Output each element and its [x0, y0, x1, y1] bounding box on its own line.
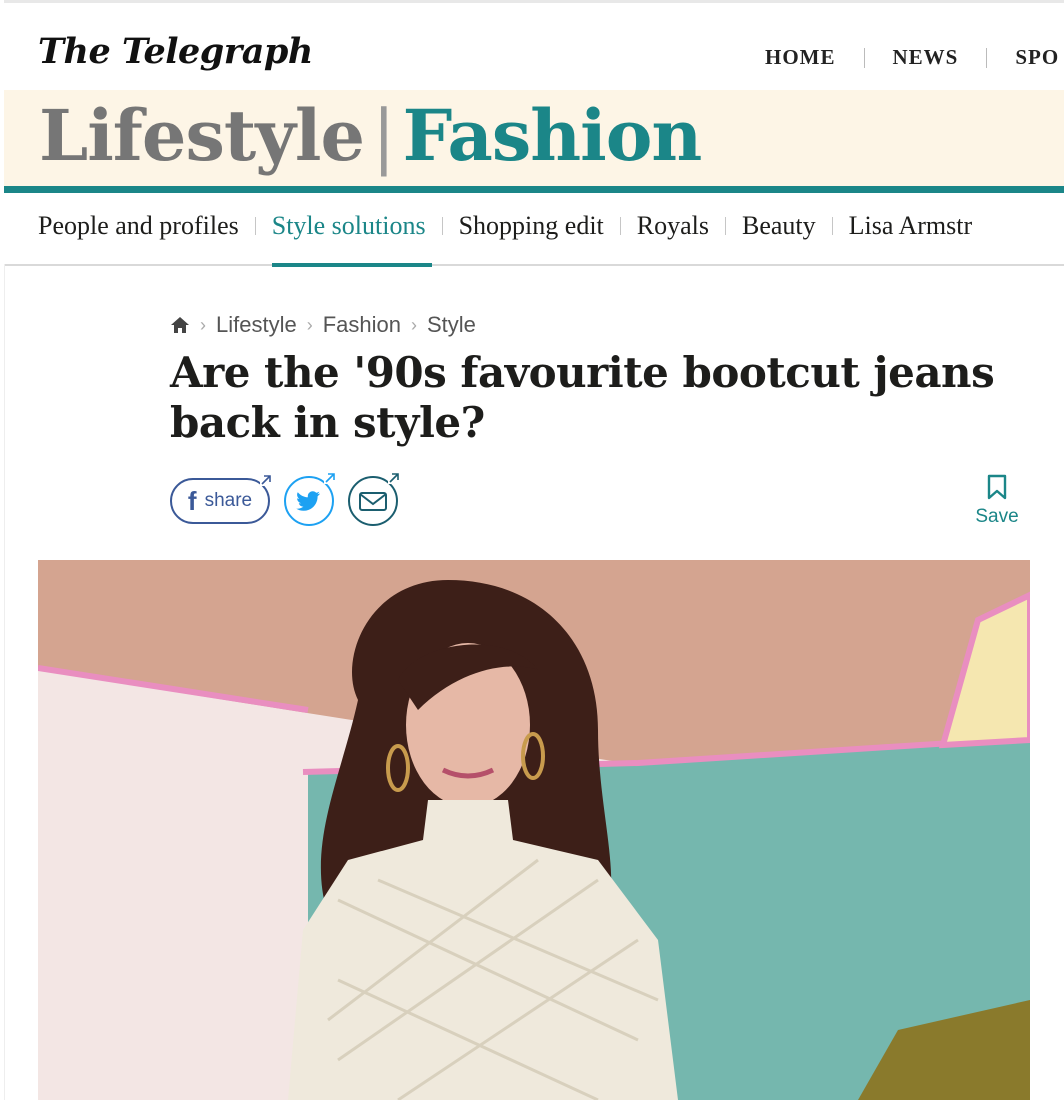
breadcrumb: › Lifestyle › Fashion › Style [170, 312, 476, 338]
external-arrow-icon [324, 472, 336, 484]
chevron-right-icon: › [200, 314, 206, 335]
hero-image [38, 560, 1030, 1100]
masthead: The Telegraph HOME NEWS SPO [0, 3, 1064, 90]
email-icon [359, 492, 387, 511]
telegraph-logo[interactable]: The Telegraph [38, 31, 313, 72]
external-arrow-icon [388, 472, 400, 484]
page-edge [4, 264, 5, 1100]
facebook-icon: f [187, 485, 197, 516]
top-nav: HOME NEWS SPO [765, 45, 1059, 70]
section-subnav: People and profiles Style solutions Shop… [4, 193, 1064, 267]
nav-news-link[interactable]: NEWS [893, 45, 959, 70]
section-title: Lifestyle | Fashion [39, 94, 703, 178]
external-arrow-icon [260, 474, 272, 486]
nav-divider [986, 47, 988, 68]
breadcrumb-item-style[interactable]: Style [427, 312, 476, 338]
subnav-divider [831, 217, 833, 235]
email-share-button[interactable] [348, 472, 400, 526]
section-header: Lifestyle | Fashion [4, 90, 1064, 186]
subnav-item-lisa-armstrong[interactable]: Lisa Armstr [849, 211, 973, 241]
subnav-item-people-and-profiles[interactable]: People and profiles [38, 211, 239, 241]
article-headline: Are the '90s favourite bootcut jeans bac… [170, 348, 995, 447]
bookmark-icon [987, 474, 1007, 500]
breadcrumb-item-lifestyle[interactable]: Lifestyle [216, 312, 297, 338]
nav-sport-link[interactable]: SPO [1015, 45, 1059, 70]
hero-photo [38, 560, 1030, 1100]
nav-home-link[interactable]: HOME [765, 45, 836, 70]
twitter-icon [296, 491, 320, 511]
subnav-item-royals[interactable]: Royals [637, 211, 709, 241]
chevron-right-icon: › [306, 314, 313, 335]
facebook-share-button[interactable]: f share [170, 474, 272, 524]
section-parent-link[interactable]: Lifestyle [39, 94, 365, 177]
section-rule [4, 186, 1064, 193]
breadcrumb-item-fashion[interactable]: Fashion [323, 312, 401, 338]
subnav-divider [441, 217, 443, 235]
facebook-share-label: share [204, 490, 253, 511]
subnav-item-beauty[interactable]: Beauty [742, 211, 816, 241]
save-label: Save [975, 506, 1019, 527]
nav-divider [863, 47, 865, 68]
home-icon[interactable] [170, 315, 190, 335]
subnav-divider [254, 217, 256, 235]
subnav-divider [619, 217, 621, 235]
save-button[interactable]: Save [970, 474, 1024, 528]
subnav-item-shopping-edit[interactable]: Shopping edit [459, 211, 604, 241]
section-separator: | [372, 95, 396, 177]
section-name-link[interactable]: Fashion [403, 94, 703, 177]
chevron-right-icon: › [411, 314, 417, 335]
subnav-item-style-solutions[interactable]: Style solutions [271, 211, 432, 267]
subnav-divider [725, 217, 726, 235]
twitter-share-button[interactable] [284, 472, 336, 526]
